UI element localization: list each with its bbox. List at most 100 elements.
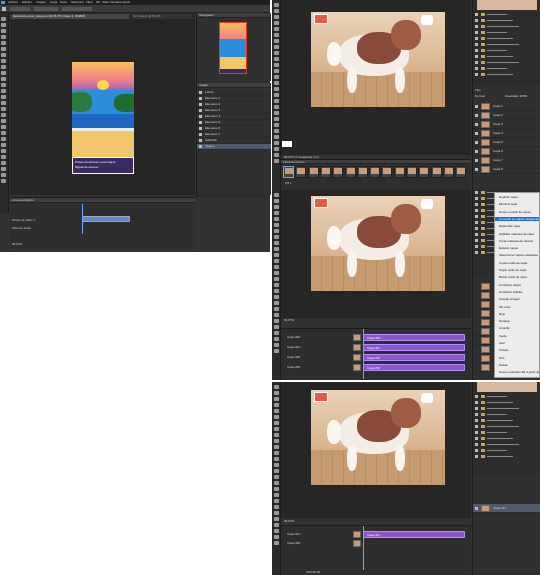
animation-frame[interactable] [356,166,368,178]
context-menu-item[interactable]: Acoplar imagen [495,297,539,301]
visibility-eye-icon[interactable] [475,73,478,76]
tool-icon[interactable] [274,391,279,395]
context-menu-item[interactable]: Postal [495,363,539,367]
context-menu-item[interactable]: Borrar estilo de capa [495,275,539,279]
layer-row[interactable]: Capa 5 [473,138,540,147]
visibility-eye-icon[interactable] [475,227,478,230]
visibility-eye-icon[interactable] [475,67,478,70]
visibility-eye-icon[interactable] [475,507,478,510]
tool-icon[interactable] [274,223,279,227]
app-icon[interactable] [1,1,5,4]
context-menu-item[interactable]: Verde [495,334,539,338]
menu-item-seleccion[interactable]: Selección [71,0,84,4]
layer-row[interactable]: Capa 4 [473,129,540,138]
tool-icon[interactable] [274,205,279,209]
home-icon[interactable] [2,7,6,11]
auto-select-option[interactable] [34,7,58,11]
context-menu-item[interactable]: Gris [495,356,539,360]
tool-icon[interactable] [274,241,279,245]
tool-icon[interactable] [274,289,279,293]
tool-icon[interactable] [1,149,6,153]
visibility-eye-icon[interactable] [475,55,478,58]
tool-icon[interactable] [274,529,279,533]
tool-icon[interactable] [274,493,279,497]
tool-icon[interactable] [1,143,6,147]
animation-frame[interactable] [295,166,307,178]
tool-icon[interactable] [274,211,279,215]
track-name[interactable]: Capa 300 [287,541,300,545]
visibility-eye-icon[interactable] [199,121,202,124]
timeline-clip[interactable]: Capa 299 [363,364,465,371]
visibility-eye-icon[interactable] [475,197,478,200]
animation-frame[interactable] [381,166,393,178]
tool-icon[interactable] [1,119,6,123]
visibility-eye-icon[interactable] [199,145,202,148]
tool-icon[interactable] [274,63,279,67]
tool-icon[interactable] [274,93,279,97]
tool-icon[interactable] [1,71,6,75]
opacity-1[interactable]: Opacidad: 100% [505,94,527,98]
visibility-eye-icon[interactable] [475,61,478,64]
tool-icon[interactable] [1,179,6,183]
tool-icon[interactable] [274,409,279,413]
tool-icon[interactable] [1,89,6,93]
visibility-eye-icon[interactable] [475,168,478,171]
layer-row[interactable]: Capa 8 [473,165,540,174]
playhead[interactable] [363,526,364,570]
tool-icon[interactable] [274,117,279,121]
tool-icon[interactable] [1,131,6,135]
visibility-eye-icon[interactable] [475,43,478,46]
layer-row[interactable]: Capa 6 [473,147,540,156]
visibility-eye-icon[interactable] [475,159,478,162]
layer-row[interactable]: Capa 3 [473,120,540,129]
tool-icon[interactable] [1,47,6,51]
tool-icon[interactable] [274,51,279,55]
animation-frame[interactable] [430,166,442,178]
context-menu-item[interactable]: Habilitar máscara de capa [495,232,539,236]
tool-icon[interactable] [274,229,279,233]
visibility-eye-icon[interactable] [475,449,478,452]
menu-item-vista[interactable]: Vista [102,0,109,4]
animation-frame[interactable] [393,166,405,178]
tool-icon[interactable] [274,523,279,527]
tool-icon[interactable] [274,69,279,73]
tool-icon[interactable] [274,469,279,473]
visibility-eye-icon[interactable] [475,31,478,34]
tool-icon[interactable] [274,247,279,251]
tool-icon[interactable] [1,101,6,105]
visibility-eye-icon[interactable] [475,209,478,212]
tool-icon[interactable] [274,147,279,151]
tool-icon[interactable] [274,343,279,347]
track-name[interactable]: Capa 301 [287,532,300,536]
visibility-eye-icon[interactable] [475,221,478,224]
context-menu-item[interactable]: Rojo [495,312,539,316]
tool-icon[interactable] [274,199,279,203]
tool-icon[interactable] [274,21,279,25]
tool-icon[interactable] [1,173,6,177]
track-name[interactable]: Capa 300 [287,355,300,359]
tool-icon[interactable] [274,463,279,467]
tool-icon[interactable] [274,153,279,157]
tool-icon[interactable] [274,81,279,85]
animation-frame[interactable] [332,166,344,178]
tool-icon[interactable] [1,113,6,117]
context-menu-item[interactable]: Copiar estilo de capa [495,261,539,265]
tool-icon[interactable] [1,59,6,63]
visibility-eye-icon[interactable] [475,455,478,458]
tool-icon[interactable] [274,87,279,91]
playhead[interactable] [363,329,364,379]
menu-item-ayuda[interactable]: Ayuda [122,0,130,4]
tool-icon[interactable] [1,65,6,69]
timeline-clip[interactable]: Capa 301 [363,531,465,538]
timeline-clip[interactable] [82,216,130,222]
tool-icon[interactable] [274,9,279,13]
tool-icon[interactable] [1,23,6,27]
visibility-eye-icon[interactable] [475,419,478,422]
navigator-thumb-3[interactable] [477,382,537,392]
tool-icon[interactable] [274,325,279,329]
frame-delay[interactable]: 0,5 s [285,181,292,185]
tool-icon[interactable] [274,505,279,509]
tool-icon[interactable] [1,95,6,99]
animation-frame[interactable] [319,166,331,178]
tool-icon[interactable] [274,451,279,455]
